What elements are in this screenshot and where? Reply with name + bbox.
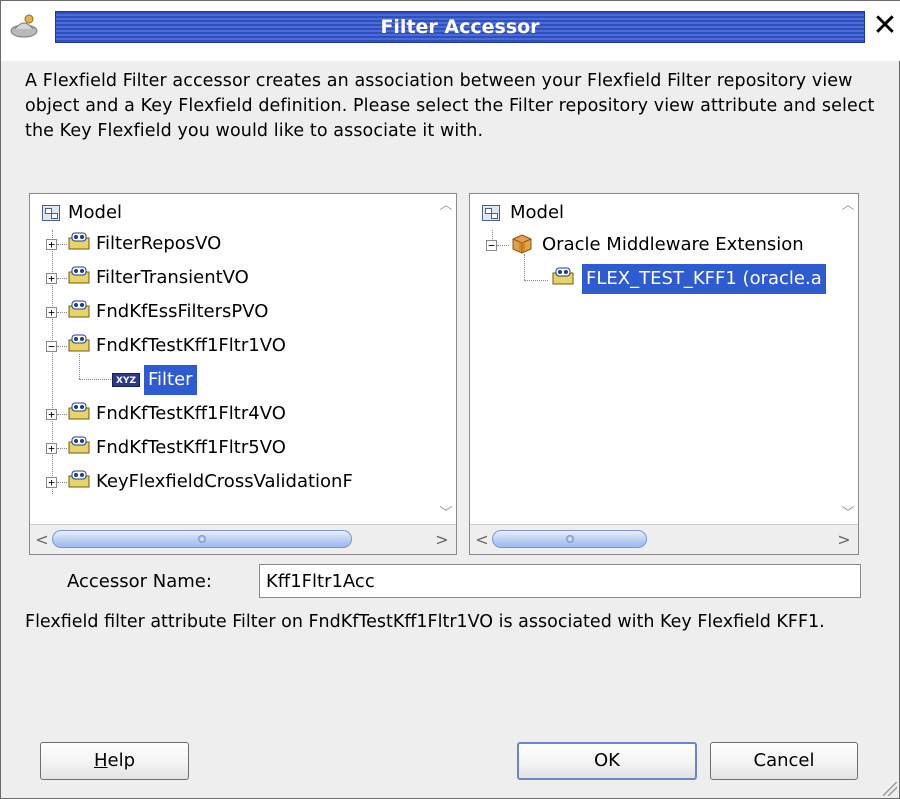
tree-item-fndkftestkff1fltr4vo[interactable]: + FndKfTestKff1Fltr4VO	[46, 399, 426, 429]
tree-item-fndkftestkff1fltr5vo[interactable]: + FndKfTestKff1Fltr5VO	[46, 433, 426, 463]
tree-item-label: Oracle Middleware Extension	[542, 234, 804, 255]
key-flexfield-tree[interactable]: Model − Oracle Middleware Extension FLEX…	[469, 193, 859, 555]
view-attribute-tree[interactable]: Model + FilterReposVO + FilterTransientV…	[29, 193, 457, 555]
tree-item-keyflexfieldcrossvalidation[interactable]: + KeyFlexfieldCrossValidationF	[46, 467, 426, 497]
expand-icon: +	[46, 307, 57, 318]
help-label: elp	[107, 750, 136, 771]
tree-item-label: FndKfEssFiltersPVO	[96, 301, 269, 322]
expand-icon: +	[46, 409, 57, 420]
help-mnemonic: H	[93, 750, 108, 771]
horizontal-scrollbar[interactable]: < >	[470, 524, 858, 554]
tree-item-filterreposvo[interactable]: + FilterReposVO	[46, 229, 426, 259]
package-icon	[512, 234, 532, 254]
window-title: Filter Accessor	[380, 16, 540, 38]
view-object-icon	[68, 266, 90, 284]
ok-button[interactable]: OK	[517, 742, 697, 780]
view-object-icon	[68, 436, 90, 454]
attribute-icon: XYZ	[112, 373, 140, 387]
close-button[interactable]: ✕	[871, 9, 899, 43]
resize-grip-icon[interactable]	[883, 782, 897, 796]
scroll-thumb[interactable]	[52, 530, 352, 548]
help-button[interactable]: Help	[40, 742, 189, 780]
cancel-button[interactable]: Cancel	[710, 742, 858, 780]
tree-item-label: FndKfTestKff1Fltr4VO	[96, 403, 286, 424]
tree-item-filtertransientvo[interactable]: + FilterTransientVO	[46, 263, 426, 293]
collapse-icon: −	[46, 341, 57, 352]
horizontal-scrollbar[interactable]: < >	[30, 524, 456, 554]
tree-item-flex-test-kff1[interactable]: FLEX_TEST_KFF1 (oracle.a	[552, 264, 858, 294]
expand-icon: +	[46, 477, 57, 488]
tree-root-label: Model	[68, 202, 123, 223]
collapse-icon: −	[486, 240, 497, 251]
scroll-right-icon[interactable]: >	[834, 530, 854, 550]
scroll-up-icon[interactable]: ︿	[838, 196, 858, 216]
tree-item-oracle-middleware-extension[interactable]: − Oracle Middleware Extension	[486, 230, 856, 260]
vertical-scrollbar[interactable]: ︿ ﹀	[838, 194, 858, 524]
app-icon	[10, 14, 38, 38]
tree-item-label: Filter	[144, 365, 197, 395]
tree-item-label: FLEX_TEST_KFF1 (oracle.a	[582, 264, 826, 294]
view-object-icon	[552, 267, 574, 285]
description-text: A Flexfield Filter accessor creates an a…	[25, 71, 875, 141]
tree-item-label: FndKfTestKff1Fltr5VO	[96, 437, 286, 458]
scroll-left-icon[interactable]: <	[32, 530, 52, 550]
tree-item-fndkftestkff1fltr1vo[interactable]: − FndKfTestKff1Fltr1VO	[46, 331, 426, 361]
model-icon	[42, 205, 60, 221]
tree-item-label: FndKfTestKff1Fltr1VO	[96, 335, 286, 356]
accessor-name-input[interactable]	[259, 564, 861, 598]
filter-accessor-dialog: Filter Accessor ✕ A Flexfield Filter acc…	[0, 0, 900, 799]
expand-icon: +	[46, 239, 57, 250]
tree-item-label: FilterTransientVO	[96, 267, 249, 288]
view-object-icon	[68, 334, 90, 352]
view-object-icon	[68, 300, 90, 318]
tree-item-fndkfessfilterspvo[interactable]: + FndKfEssFiltersPVO	[46, 297, 426, 327]
scroll-thumb[interactable]	[492, 530, 647, 548]
view-object-icon	[68, 470, 90, 488]
child-connector-h	[524, 280, 548, 281]
scroll-up-icon[interactable]: ︿	[436, 196, 456, 216]
accessor-name-label: Accessor Name:	[67, 571, 212, 592]
close-icon: ✕	[872, 8, 898, 43]
expand-icon: +	[46, 443, 57, 454]
tree-root-label: Model	[510, 202, 565, 223]
scroll-left-icon[interactable]: <	[472, 530, 492, 550]
scroll-down-icon[interactable]: ﹀	[838, 504, 858, 524]
tree-item-label: KeyFlexfieldCrossValidationF	[96, 471, 353, 492]
model-icon	[482, 205, 500, 221]
association-info-text: Flexfield filter attribute Filter on Fnd…	[25, 612, 825, 632]
expand-icon: +	[46, 273, 57, 284]
scroll-right-icon[interactable]: >	[432, 530, 452, 550]
child-connector-h	[79, 379, 111, 380]
scroll-down-icon[interactable]: ﹀	[436, 504, 456, 524]
title-bar[interactable]: Filter Accessor ✕	[1, 1, 900, 61]
tree-item-label: FilterReposVO	[96, 233, 222, 254]
view-object-icon	[68, 402, 90, 420]
title-strip: Filter Accessor	[55, 11, 865, 43]
vertical-scrollbar[interactable]: ︿ ﹀	[436, 194, 456, 524]
view-object-icon	[68, 232, 90, 250]
child-connector	[524, 254, 525, 280]
child-connector	[79, 354, 80, 379]
